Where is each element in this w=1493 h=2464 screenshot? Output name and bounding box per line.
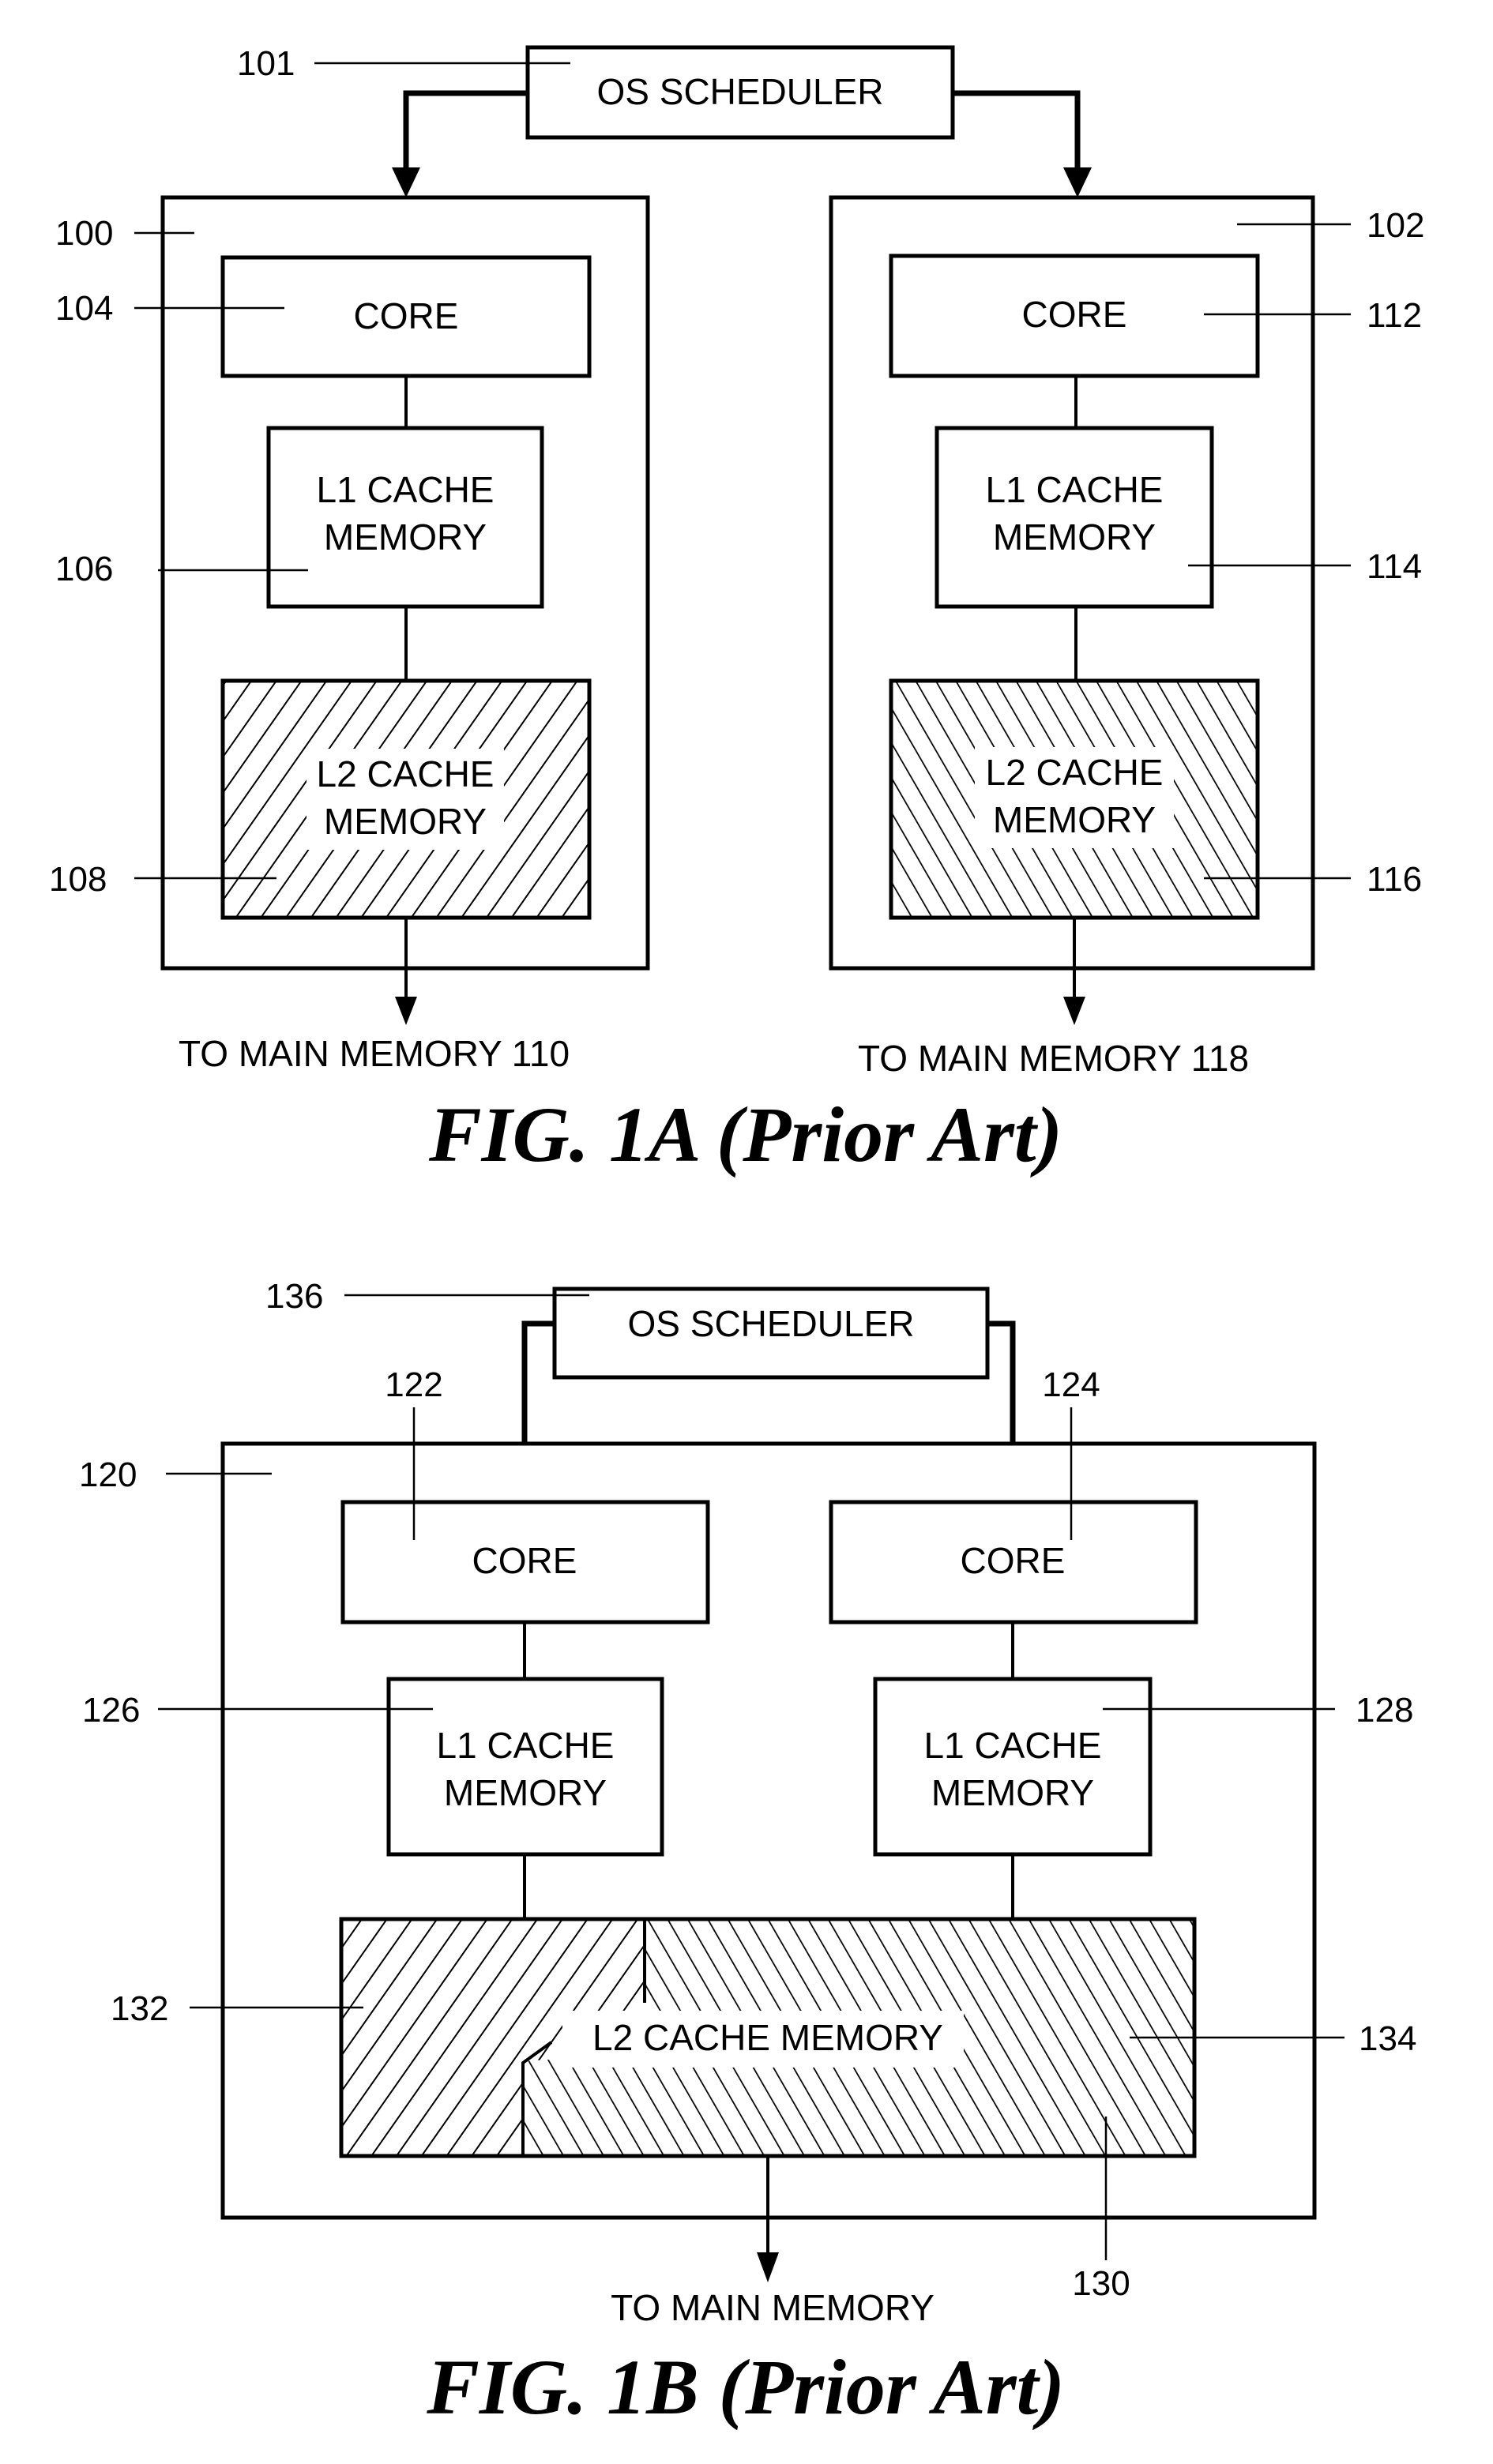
connector-arrow-line [403,90,528,175]
arrow-head-icon [1063,167,1092,197]
chip-120: 120 CORE 122 CORE 124 L1 CACHE MEMORY 12… [79,1365,1416,2328]
l1-cache-label-line1: L1 CACHE [437,1725,615,1766]
connector-arrow-line [953,90,1081,175]
arrow-head-icon [395,997,417,1025]
ref-label: 108 [49,860,107,899]
core-label: CORE [354,295,459,336]
ref-label: 102 [1367,206,1424,245]
l2-cache-label-line2: MEMORY [993,799,1156,840]
l2-cache-label-line1: L2 CACHE [986,752,1164,793]
os-scheduler-label: OS SCHEDULER [597,71,884,112]
core-label: CORE [961,1540,1066,1581]
os-scheduler-1b: OS SCHEDULER 136 [265,1277,990,1380]
ref-label: 120 [79,1455,137,1494]
ref-label: 116 [1367,860,1422,899]
ref-label: 100 [55,214,113,253]
ref-label: 101 [237,44,295,83]
core-label: CORE [1022,294,1127,335]
l2-cache-label: L2 CACHE MEMORY [592,2017,943,2058]
os-scheduler-label: OS SCHEDULER [628,1303,915,1344]
main-memory-label: TO MAIN MEMORY 110 [179,1033,570,1074]
core-label: CORE [472,1540,577,1581]
ref-label: 112 [1367,296,1422,335]
ref-label: 130 [1072,2264,1130,2303]
l1-cache-box [386,1677,664,1857]
l2-cache-label-line2: MEMORY [324,801,487,842]
fig-1a: OS SCHEDULER 101 100 CORE 104 L1 CACHE M… [49,44,1424,1178]
l2-cache-label-line1: L2 CACHE [317,753,495,794]
main-memory-label: TO MAIN MEMORY [611,2287,935,2328]
processor-102: 102 CORE 112 L1 CACHE MEMORY 114 L2 CACH… [829,195,1424,1079]
arrow-head-icon [1063,997,1085,1025]
l1-cache-label-line2: MEMORY [993,516,1156,558]
diagram-canvas: OS SCHEDULER 101 100 CORE 104 L1 CACHE M… [49,44,1424,2431]
os-scheduler-1a: OS SCHEDULER 101 [237,44,955,140]
processor-100: 100 CORE 104 L1 CACHE MEMORY 106 L2 CACH… [49,195,650,1074]
fig-1b: OS SCHEDULER 136 120 CORE 122 CORE 124 L… [79,1277,1416,2431]
l1-cache-box [873,1677,1153,1857]
l1-cache-label-line1: L1 CACHE [317,469,495,510]
l1-cache-label-line2: MEMORY [324,516,487,558]
ref-label: 126 [82,1691,140,1730]
l1-cache-label-line2: MEMORY [444,1772,607,1813]
figure-caption: FIG. 1A (Prior Art) [428,1091,1062,1178]
arrow-head-icon [392,167,420,197]
ref-label: 136 [265,1277,323,1316]
arrow-head-icon [757,2252,779,2282]
ref-label: 132 [111,1989,168,2028]
ref-label: 122 [385,1365,442,1404]
ref-label: 106 [55,550,113,588]
ref-label: 104 [55,289,113,328]
l1-cache-label-line2: MEMORY [931,1772,1094,1813]
ref-label: 134 [1359,2019,1416,2058]
l1-cache-label-line1: L1 CACHE [986,469,1164,510]
figure-caption: FIG. 1B (Prior Art) [426,2343,1065,2431]
ref-label: 114 [1367,547,1422,586]
main-memory-label: TO MAIN MEMORY 118 [858,1038,1249,1079]
ref-label: 124 [1042,1365,1100,1404]
l1-cache-label-line1: L1 CACHE [924,1725,1102,1766]
ref-label: 128 [1356,1691,1413,1730]
